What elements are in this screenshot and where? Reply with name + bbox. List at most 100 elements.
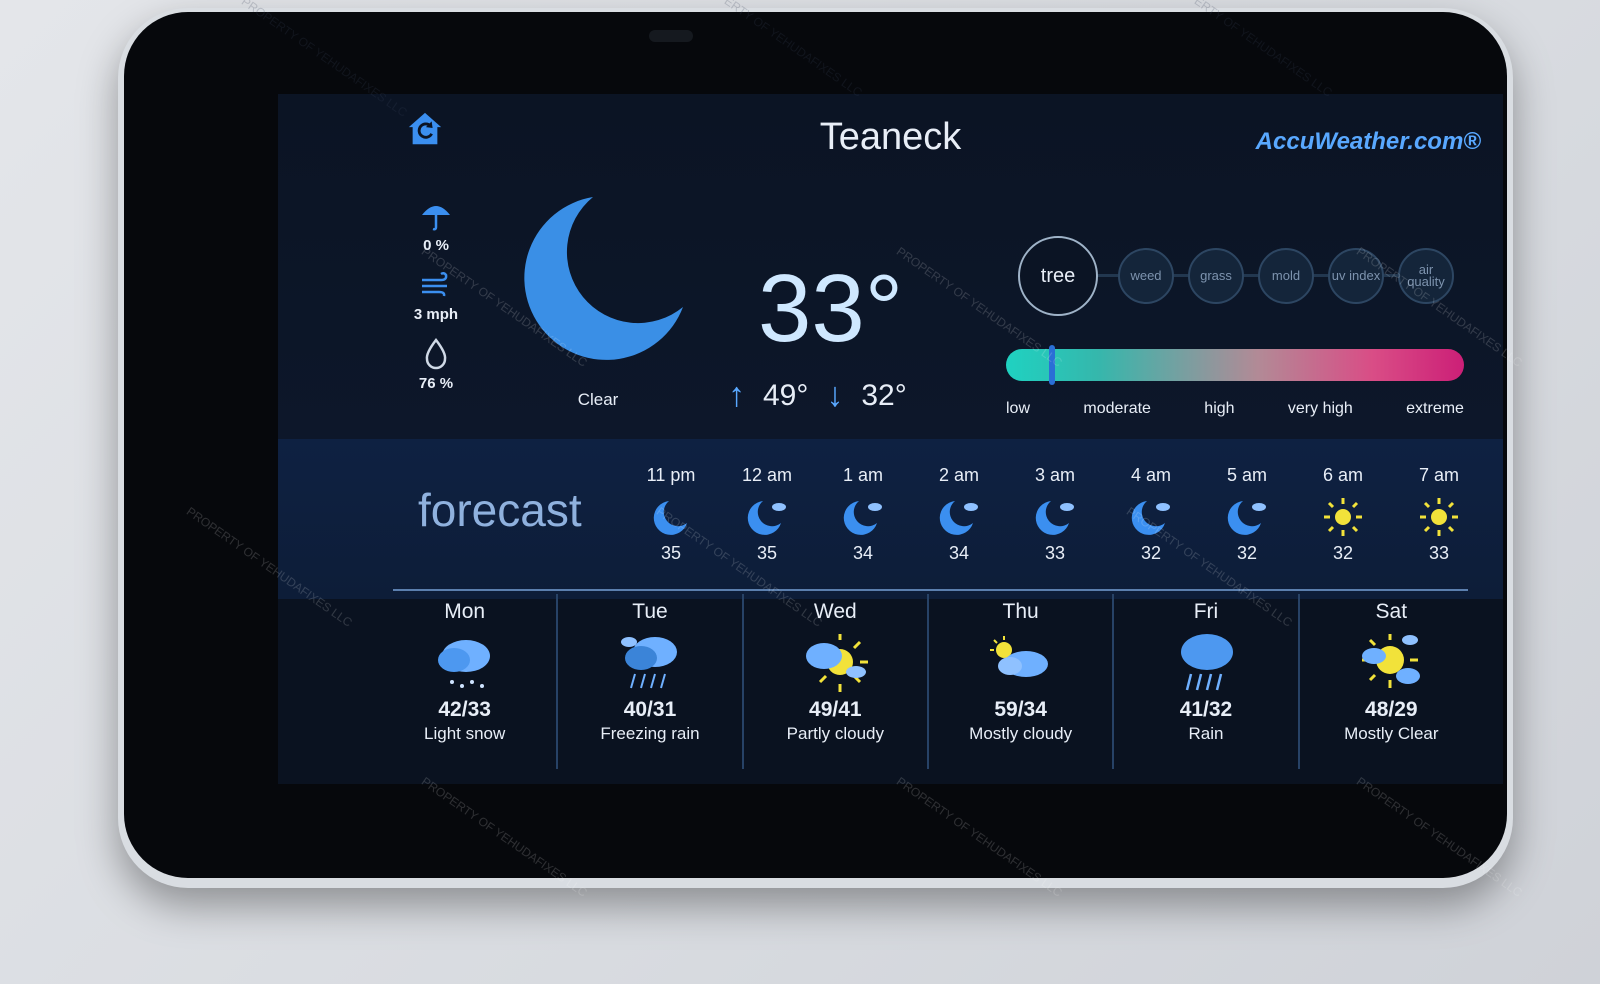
hour-time: 5 am: [1226, 465, 1268, 485]
weather-screen: Teaneck AccuWeather.com® 0 % 3 mph 76 % …: [278, 94, 1503, 784]
hour-temp: 35: [660, 543, 682, 563]
low-temp: 32°: [861, 378, 907, 412]
moon-cloud-icon: [1131, 501, 1170, 535]
arrow-up-icon: ↑: [728, 376, 745, 414]
hour-temp: 33: [1428, 543, 1450, 563]
hour-item: 7 am 33: [1391, 465, 1487, 564]
day-name: Wed: [813, 600, 857, 623]
hour-temp: 32: [1236, 543, 1258, 563]
tab-air-quality[interactable]: air quality: [1398, 248, 1454, 304]
freezing-rain-icon: [620, 637, 677, 689]
day-temps: 40/31: [623, 698, 677, 721]
moon-icon: [524, 197, 683, 360]
brand-logo[interactable]: AccuWeather.com®: [1256, 128, 1481, 156]
daily-forecast: Mon 42/33 Light snow Tue 40/31 Freezing …: [373, 594, 1483, 769]
hour-item: 5 am 32: [1199, 465, 1295, 564]
current-temperature: 33°: [758, 255, 904, 362]
pollen-level-scale: [1006, 345, 1464, 385]
hour-time: 6 am: [1322, 465, 1364, 485]
hour-item: 11 pm 35: [623, 465, 719, 564]
day-name: Fri: [1193, 600, 1219, 623]
moon-cloud-icon: [1227, 501, 1266, 535]
precip-value: 0 %: [423, 237, 449, 254]
hour-time: 4 am: [1130, 465, 1172, 485]
level-marker[interactable]: [1048, 345, 1055, 385]
hour-item: 2 am 34: [911, 465, 1007, 564]
day-temps: 42/33: [438, 698, 491, 721]
arrow-down-icon: ↓: [826, 376, 844, 414]
sun-icon: [1324, 498, 1362, 536]
day-condition: Mostly cloudy: [969, 724, 1073, 743]
tab-grass[interactable]: grass: [1188, 248, 1244, 304]
hourly-list: 11 pm 35 12 am 35 1 am 34 2 am 34 3 am 33 4 a…: [623, 465, 1487, 564]
day-temps: 48/29: [1365, 698, 1418, 721]
moon-cloud-icon: [939, 501, 978, 535]
umbrella-icon: [422, 206, 450, 231]
day-card[interactable]: Thu 59/34 Mostly cloudy: [926, 594, 1112, 769]
forecast-title[interactable]: forecast: [418, 483, 582, 537]
hour-time: 11 pm: [646, 465, 696, 485]
wind-icon: [422, 271, 448, 297]
camera-icon: [649, 30, 693, 42]
hour-temp: 32: [1332, 543, 1354, 563]
hourly-forecast: forecast 11 pm 35 12 am 35 1 am 34 2 am 34 3…: [278, 439, 1503, 599]
scale-label-moderate: moderate: [1083, 400, 1151, 417]
moon-icon: [653, 501, 687, 535]
scale-label-high: high: [1204, 400, 1235, 417]
scale-labels: low moderate high very high extreme: [1006, 400, 1464, 418]
day-name: Tue: [632, 600, 668, 623]
hour-item: 3 am 33: [1007, 465, 1103, 564]
day-name: Mon: [444, 600, 486, 623]
day-card[interactable]: Sat 48/29 Mostly Clear: [1297, 594, 1483, 769]
day-condition: Partly cloudy: [786, 724, 884, 743]
high-low: ↑ 49° ↓ 32°: [728, 376, 907, 415]
forecast-divider: [393, 589, 1468, 591]
rain-cloud-icon: [1180, 634, 1233, 691]
hour-item: 1 am 34: [815, 465, 911, 564]
mostly-cloudy-icon: [989, 636, 1048, 677]
moon-cloud-icon: [747, 501, 786, 535]
day-condition: Freezing rain: [600, 724, 700, 743]
day-condition: Rain: [1188, 724, 1224, 743]
hour-temp: 34: [948, 543, 970, 563]
moon-cloud-icon: [1035, 501, 1074, 535]
hour-time: 12 am: [741, 465, 793, 485]
day-condition: Mostly Clear: [1344, 724, 1439, 743]
current-stats: 0 % 3 mph 76 %: [406, 199, 466, 406]
hour-time: 7 am: [1418, 465, 1460, 485]
day-card[interactable]: Mon 42/33 Light snow: [373, 594, 556, 769]
scale-label-very-high: very high: [1287, 400, 1353, 417]
scale-label-low: low: [1006, 400, 1031, 417]
hour-item: 6 am 32: [1295, 465, 1391, 564]
tab-weed[interactable]: weed: [1118, 248, 1174, 304]
day-temps: 59/34: [994, 698, 1047, 721]
humidity-value: 76 %: [418, 375, 454, 392]
day-name: Sat: [1375, 600, 1408, 623]
pollen-tabs: tree weed grass mold uv index air qualit…: [1018, 236, 1478, 326]
moon-cloud-icon: [843, 501, 882, 535]
hour-time: 1 am: [842, 465, 884, 485]
hour-temp: 35: [756, 543, 778, 563]
day-card[interactable]: Fri 41/32 Rain: [1112, 594, 1297, 769]
hour-temp: 33: [1044, 543, 1066, 563]
day-temps: 41/32: [1179, 698, 1233, 721]
day-condition: Light snow: [424, 724, 506, 743]
partly-cloudy-icon: [806, 634, 869, 692]
hour-time: 2 am: [938, 465, 980, 485]
day-card[interactable]: Tue 40/31 Freezing rain: [556, 594, 741, 769]
scale-label-extreme: extreme: [1406, 400, 1464, 417]
day-card[interactable]: Wed 49/41 Partly cloudy: [741, 594, 927, 769]
tab-mold[interactable]: mold: [1258, 248, 1314, 304]
hour-time: 3 am: [1034, 465, 1076, 485]
tab-tree[interactable]: tree: [1018, 236, 1098, 316]
sun-icon: [1420, 498, 1458, 536]
tab-uv-index[interactable]: uv index: [1328, 248, 1384, 304]
hour-temp: 34: [852, 543, 874, 563]
high-temp: 49°: [763, 378, 809, 412]
current-conditions-panel: Teaneck AccuWeather.com® 0 % 3 mph 76 % …: [278, 94, 1503, 439]
wind-value: 3 mph: [413, 306, 459, 323]
hour-temp: 32: [1140, 543, 1162, 563]
hour-item: 12 am 35: [719, 465, 815, 564]
mostly-clear-icon: [1362, 634, 1421, 688]
day-name: Thu: [1002, 600, 1039, 623]
